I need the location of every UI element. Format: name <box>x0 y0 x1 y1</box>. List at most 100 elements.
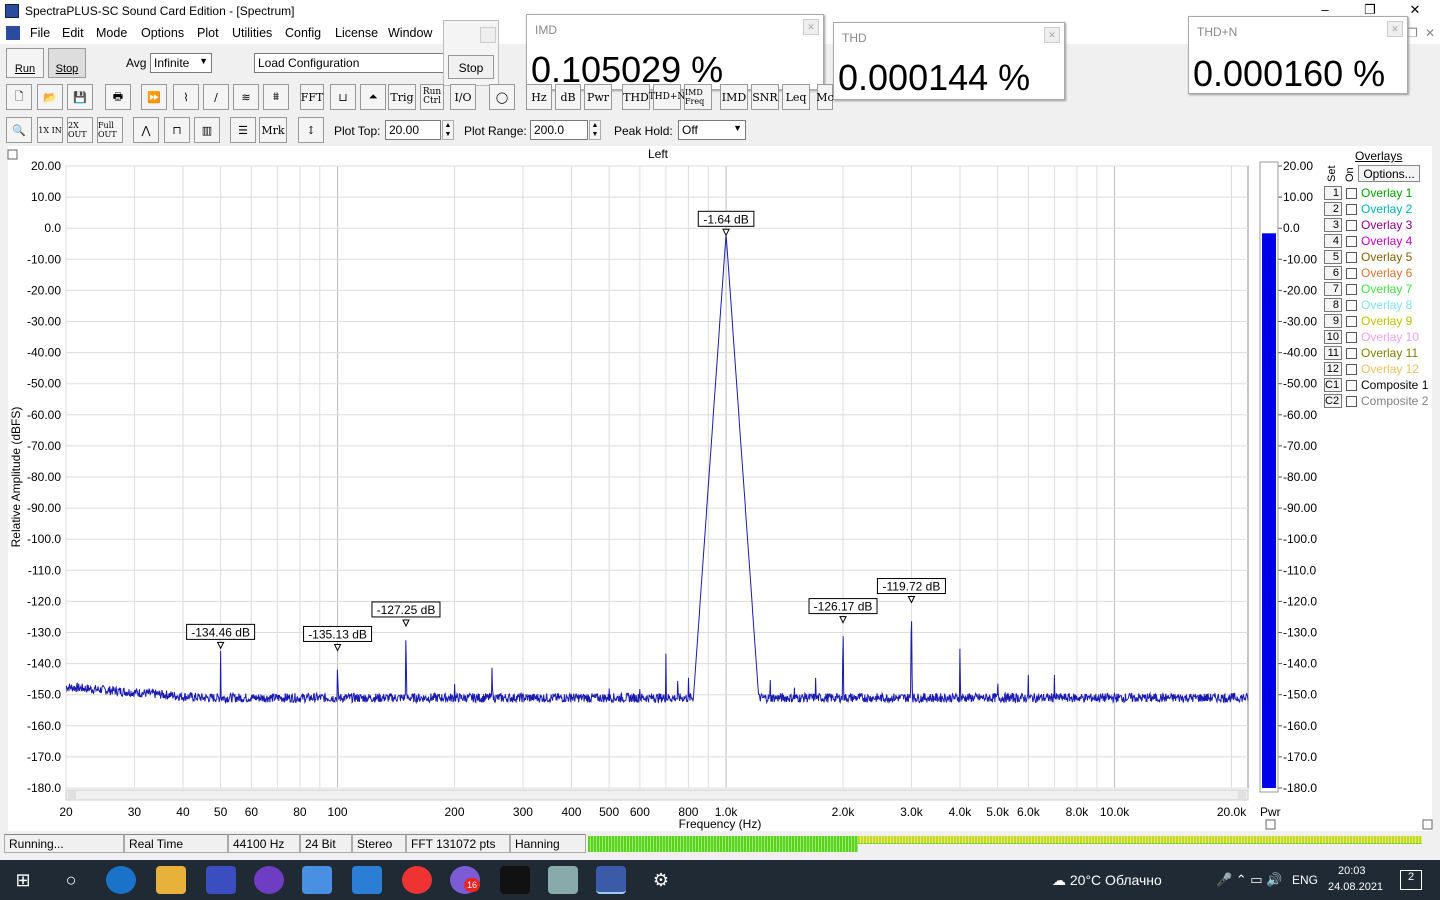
tray-icons[interactable]: 🎤 ⌃ ▭ 🔊 <box>1216 872 1282 888</box>
overlay-checkbox[interactable] <box>1346 380 1357 391</box>
app-icon-diamond[interactable] <box>500 866 530 894</box>
overlay-set-button[interactable]: 12 <box>1324 362 1342 376</box>
open-folder-icon[interactable]: 📂 <box>37 84 63 110</box>
notification-icon[interactable]: 2 <box>1400 870 1422 890</box>
overlay-checkbox[interactable] <box>1346 348 1357 359</box>
bars-view-icon[interactable]: ⊔ <box>330 84 356 110</box>
avg-select[interactable]: Infinite ▼ <box>150 53 212 73</box>
io-button[interactable]: I/O <box>450 84 476 110</box>
spectrum-chart[interactable]: Left 20.00 20.00 10.00 10.00 0.0 0.0 -10.00 -10.… <box>0 146 1440 832</box>
horizontal-scrollbar[interactable] <box>65 789 1249 801</box>
overlay-set-button[interactable]: C2 <box>1324 394 1342 408</box>
overlay-set-button[interactable]: 1 <box>1324 186 1342 200</box>
fft-button[interactable]: FFT <box>300 84 324 110</box>
weather-widget[interactable]: ☁ 20°C Облачно <box>1052 872 1162 889</box>
overlay-checkbox[interactable] <box>1346 316 1357 327</box>
marker-button[interactable]: Mrk <box>259 117 287 143</box>
thdn-button[interactable]: THD+N <box>649 84 685 110</box>
fast-forward-icon[interactable]: ⏩ <box>141 84 167 110</box>
search-icon[interactable]: ○ <box>56 866 86 894</box>
overlay-set-button[interactable]: C1 <box>1324 378 1342 392</box>
overlay-options-button[interactable]: Options... <box>1358 165 1420 182</box>
overlay-set-button[interactable]: 7 <box>1324 282 1342 296</box>
overlay-set-button[interactable]: 9 <box>1324 314 1342 328</box>
line-style-icon[interactable]: ⋀ <box>133 117 159 143</box>
menu-plot[interactable]: Plot <box>197 26 219 40</box>
menu-file[interactable]: File <box>30 26 50 40</box>
podcast-icon[interactable] <box>254 866 284 894</box>
overlay-set-button[interactable]: 4 <box>1324 234 1342 248</box>
file-explorer-icon[interactable] <box>156 866 186 894</box>
save-app-icon[interactable] <box>206 866 236 894</box>
overlay-checkbox[interactable] <box>1346 332 1357 343</box>
overlay-checkbox[interactable] <box>1346 268 1357 279</box>
peak-icon[interactable]: ⏶ <box>360 84 386 110</box>
imd-button[interactable]: IMD <box>720 84 748 110</box>
close-icon[interactable]: ✕ <box>803 19 819 35</box>
zoom-out-button[interactable]: 2X OUT <box>67 117 93 143</box>
menu-license[interactable]: License <box>335 26 378 40</box>
edge-icon[interactable] <box>106 866 136 894</box>
chrome-icon[interactable] <box>402 866 432 894</box>
hz-button[interactable]: Hz <box>526 84 552 110</box>
stop-button[interactable]: Stop <box>48 48 86 78</box>
overlay-set-button[interactable]: 5 <box>1324 250 1342 264</box>
popup-close-icon[interactable] <box>480 27 496 43</box>
cursor-icon[interactable]: ↕ <box>298 117 324 143</box>
overlay-set-button[interactable]: 11 <box>1324 346 1342 360</box>
doc-icon[interactable] <box>6 26 20 40</box>
pwr-collapse-button[interactable] <box>1265 819 1276 830</box>
overlay-checkbox[interactable] <box>1346 300 1357 311</box>
circle-wave-icon[interactable]: ◯ <box>489 84 515 110</box>
viber-icon[interactable]: 16 <box>450 866 480 894</box>
overlay-set-button[interactable]: 3 <box>1324 218 1342 232</box>
plot-top-input[interactable]: 20.00 <box>385 120 441 140</box>
menu-utilities[interactable]: Utilities <box>232 26 272 40</box>
menu-window[interactable]: Window <box>388 26 432 40</box>
snr-button[interactable]: SNR <box>751 84 779 110</box>
popup-stop-button[interactable]: Stop <box>448 55 494 79</box>
overlay-checkbox[interactable] <box>1346 252 1357 263</box>
app-icon[interactable] <box>5 4 19 18</box>
language-indicator[interactable]: ENG <box>1292 873 1318 887</box>
scroll-right-icon[interactable] <box>1238 791 1246 799</box>
settings-gear-icon[interactable]: ⚙ <box>646 866 676 894</box>
run-button[interactable]: Run <box>6 48 44 78</box>
overlay-checkbox[interactable] <box>1346 284 1357 295</box>
config-select[interactable]: Load Configuration <box>254 53 444 73</box>
print-icon[interactable]: 🖶 <box>105 84 131 110</box>
run-ctrl-button[interactable]: Run Ctrl <box>420 84 444 110</box>
pwr-button[interactable]: Pwr <box>584 84 612 110</box>
menu-config[interactable]: Config <box>285 26 321 40</box>
slope-icon[interactable]: ∕ <box>203 84 229 110</box>
mdi-close-icon[interactable]: ✕ <box>1425 26 1435 40</box>
paint-icon[interactable] <box>548 866 578 894</box>
db-button[interactable]: dB <box>555 84 581 110</box>
menu-mode[interactable]: Mode <box>96 26 127 40</box>
scroll-left-icon[interactable] <box>68 791 76 799</box>
overlay-checkbox[interactable] <box>1346 236 1357 247</box>
plot-range-input[interactable]: 200.0 <box>530 120 588 140</box>
spectrum-view-icon[interactable]: ⌇ <box>173 84 199 110</box>
imd-freq-button[interactable]: IMD Freq <box>684 84 712 110</box>
3d-plot-icon[interactable]: ⩩ <box>263 84 289 110</box>
overlay-set-button[interactable]: 8 <box>1324 298 1342 312</box>
plot-top-spinner[interactable]: ▲ ▼ <box>442 120 454 140</box>
collapse-button[interactable] <box>7 149 18 160</box>
save-icon[interactable]: 💾 <box>67 84 93 110</box>
magnifier-icon[interactable]: 🔍 <box>6 117 32 143</box>
overlay-set-button[interactable]: 2 <box>1324 202 1342 216</box>
overlay-set-button[interactable]: 6 <box>1324 266 1342 280</box>
overlay-checkbox[interactable] <box>1346 220 1357 231</box>
close-icon[interactable]: ✕ <box>1044 27 1060 43</box>
new-file-icon[interactable]: 🗋 <box>6 84 32 110</box>
overlay-checkbox[interactable] <box>1346 364 1357 375</box>
thd-button[interactable]: THD <box>622 84 650 110</box>
leq-button[interactable]: Leq <box>782 84 810 110</box>
overlay-checkbox[interactable] <box>1346 188 1357 199</box>
waterfall-icon[interactable]: ≋ <box>233 84 259 110</box>
ap2-icon[interactable] <box>352 866 382 894</box>
overlay-collapse-button[interactable] <box>1422 819 1433 830</box>
mdi-restore-icon[interactable]: ❐ <box>1407 26 1418 40</box>
mc-button[interactable]: Mc <box>816 84 834 110</box>
